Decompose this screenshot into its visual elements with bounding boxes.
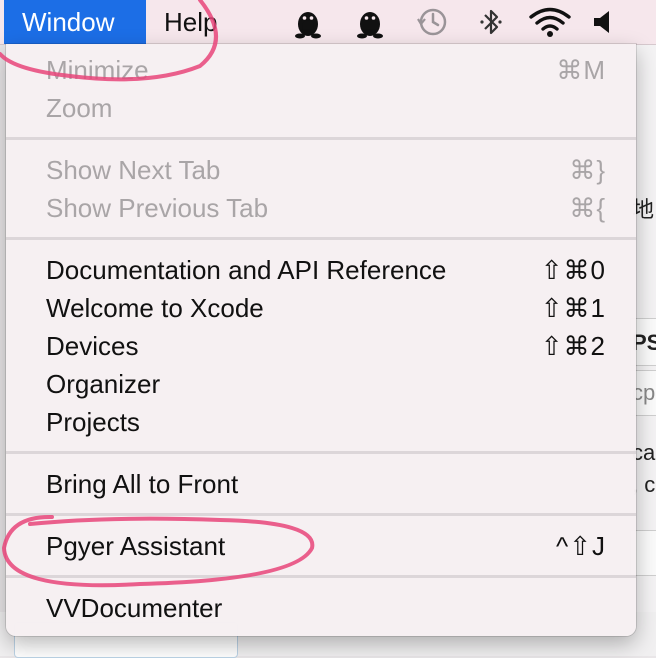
menu-item-shortcut: ^⇧J [556, 531, 606, 561]
wifi-icon[interactable] [526, 6, 574, 38]
menu-item-shortcut: ⇧⌘1 [540, 293, 606, 323]
menu-bar: Window Help [0, 0, 656, 45]
menu-item-label: Pgyer Assistant [46, 531, 226, 561]
time-machine-icon[interactable] [412, 6, 452, 38]
menu-item-show-next-tab[interactable]: Show Next Tab ⌘} [6, 151, 636, 189]
menu-item-shortcut: ⌘} [569, 155, 606, 185]
menu-item-label: Show Previous Tab [46, 193, 269, 223]
menu-item-shortcut: ⇧⌘0 [540, 255, 606, 285]
menu-item-bring-all-to-front[interactable]: Bring All to Front [6, 465, 636, 503]
menu-item-label: Devices [46, 331, 139, 361]
menu-item-organizer[interactable]: Organizer [6, 365, 636, 403]
volume-icon[interactable] [588, 6, 618, 38]
menu-item-label: Show Next Tab [46, 155, 221, 185]
menu-item-label: Minimize [46, 55, 149, 85]
menu-item-zoom[interactable]: Zoom [6, 89, 636, 127]
menu-item-pgyer-assistant[interactable]: Pgyer Assistant ^⇧J [6, 527, 636, 565]
menubar-window[interactable]: Window [4, 0, 146, 44]
bluetooth-icon[interactable] [474, 6, 508, 38]
menu-item-label: Projects [46, 407, 140, 437]
qq-penguin-icon[interactable] [288, 6, 328, 39]
menu-item-documentation[interactable]: Documentation and API Reference ⇧⌘0 [6, 251, 636, 289]
menu-item-minimize[interactable]: Minimize ⌘M [6, 51, 636, 89]
menu-item-label: Welcome to Xcode [46, 293, 264, 323]
menu-item-devices[interactable]: Devices ⇧⌘2 [6, 327, 636, 365]
menu-separator [6, 575, 636, 578]
menu-separator [6, 237, 636, 240]
menubar-help[interactable]: Help [146, 0, 235, 44]
menu-item-shortcut: ⇧⌘2 [540, 331, 606, 361]
menu-item-label: VVDocumenter [46, 593, 223, 623]
menu-item-label: Bring All to Front [46, 469, 239, 499]
menu-item-show-previous-tab[interactable]: Show Previous Tab ⌘{ [6, 189, 636, 227]
menu-separator [6, 137, 636, 140]
menu-separator [6, 513, 636, 516]
window-menu: Minimize ⌘M Zoom Show Next Tab ⌘} Show P… [6, 44, 636, 636]
menu-separator [6, 451, 636, 454]
menu-item-projects[interactable]: Projects [6, 403, 636, 441]
menu-item-label: Organizer [46, 369, 161, 399]
menu-item-label: Documentation and API Reference [46, 255, 447, 285]
qq-penguin-icon[interactable] [350, 6, 390, 39]
menu-item-shortcut: ⌘M [556, 55, 606, 85]
menu-item-vvdocumenter[interactable]: VVDocumenter [6, 589, 636, 627]
menu-item-welcome-to-xcode[interactable]: Welcome to Xcode ⇧⌘1 [6, 289, 636, 327]
menu-item-label: Zoom [46, 93, 113, 123]
menu-item-shortcut: ⌘{ [569, 193, 606, 223]
